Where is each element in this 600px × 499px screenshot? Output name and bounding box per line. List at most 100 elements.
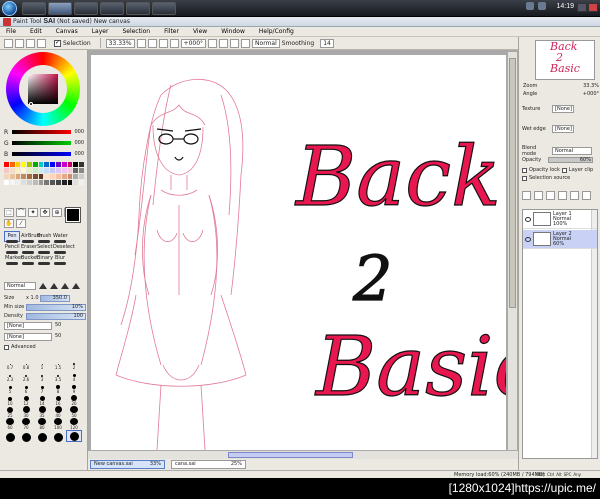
- color-swatch[interactable]: [61, 168, 67, 173]
- color-swatch[interactable]: [38, 174, 44, 179]
- merge-layer-icon[interactable]: [558, 190, 567, 200]
- color-swatch[interactable]: [67, 180, 73, 185]
- color-swatch[interactable]: [44, 168, 50, 173]
- brush-size-preset[interactable]: 8: [50, 382, 66, 394]
- color-swatch[interactable]: [27, 180, 32, 185]
- color-swatch[interactable]: [21, 168, 27, 173]
- delete-layer-icon[interactable]: [582, 190, 591, 200]
- canvas-viewport[interactable]: Back 2 Basic: [88, 50, 518, 460]
- zoom-in-icon[interactable]: [147, 38, 157, 48]
- brush-size-preset[interactable]: [50, 430, 66, 442]
- color-swatch[interactable]: [67, 168, 73, 173]
- menu-view[interactable]: View: [193, 28, 207, 35]
- color-wheel[interactable]: [6, 52, 80, 126]
- color-swatch[interactable]: [44, 180, 50, 185]
- brush-size-preset[interactable]: 4: [66, 370, 82, 382]
- red-slider[interactable]: [11, 130, 72, 134]
- texture-select-2[interactable]: [None]: [4, 333, 52, 341]
- new-folder-icon[interactable]: [534, 190, 543, 200]
- brush-size-preset[interactable]: 7: [34, 382, 50, 394]
- texture-select-1[interactable]: [None]: [4, 322, 52, 330]
- color-square[interactable]: [28, 74, 58, 104]
- clock[interactable]: 14:19: [556, 3, 574, 10]
- taskbar-item[interactable]: [152, 2, 176, 15]
- color-swatch[interactable]: [38, 162, 44, 167]
- brush-size-preset[interactable]: 70: [18, 418, 34, 430]
- brush-size-preset[interactable]: 2: [66, 358, 82, 370]
- size-slider[interactable]: 350.0: [40, 294, 70, 302]
- brush-size-preset[interactable]: 20: [66, 394, 82, 406]
- color-swatch[interactable]: [50, 168, 56, 173]
- canvas-paper[interactable]: Back 2 Basic: [91, 55, 518, 451]
- eyedropper-icon[interactable]: ⁄: [16, 219, 26, 228]
- rotate-left-icon[interactable]: [208, 38, 218, 48]
- brush-size-preset[interactable]: 1.5: [50, 358, 66, 370]
- color-swatch[interactable]: [15, 168, 21, 173]
- color-swatch[interactable]: [56, 174, 61, 179]
- color-swatch[interactable]: [15, 174, 21, 179]
- brush-size-preset[interactable]: [2, 430, 18, 442]
- magic-wand-icon[interactable]: ✦: [28, 208, 38, 217]
- brush-tool-empty[interactable]: [68, 242, 84, 253]
- brush-size-preset[interactable]: 60: [2, 418, 18, 430]
- color-swatch[interactable]: [61, 180, 67, 185]
- color-swatch[interactable]: [61, 174, 67, 179]
- rotation-field[interactable]: +000°: [180, 38, 207, 48]
- color-swatch[interactable]: [9, 180, 15, 185]
- color-swatch[interactable]: [56, 162, 61, 167]
- color-swatch[interactable]: [56, 168, 61, 173]
- color-swatch[interactable]: [21, 162, 27, 167]
- brush-tool-select[interactable]: Select: [36, 242, 52, 254]
- color-swatch[interactable]: [4, 174, 9, 179]
- smoothing-field[interactable]: 14: [320, 38, 334, 48]
- brush-tool-empty[interactable]: [68, 231, 84, 242]
- brush-shape-icon[interactable]: [39, 283, 47, 289]
- color-swatch[interactable]: [79, 174, 84, 179]
- brush-size-preset[interactable]: 80: [34, 418, 50, 430]
- color-swatch[interactable]: [32, 174, 38, 179]
- menu-file[interactable]: File: [6, 28, 16, 35]
- brush-size-preset[interactable]: 14: [34, 394, 50, 406]
- brush-shape-icon[interactable]: [72, 283, 80, 289]
- selection-source-checkbox[interactable]: [522, 175, 527, 181]
- eye-icon[interactable]: [525, 216, 531, 222]
- copy-layer-icon[interactable]: [546, 190, 555, 200]
- color-swatch[interactable]: [32, 168, 38, 173]
- color-swatch[interactable]: [44, 174, 50, 179]
- rect-select-icon[interactable]: ⬚: [4, 208, 14, 217]
- taskbar-item[interactable]: [22, 2, 46, 15]
- menu-canvas[interactable]: Canvas: [56, 28, 78, 35]
- color-swatch[interactable]: [44, 162, 50, 167]
- color-swatch[interactable]: [15, 162, 21, 167]
- brush-size-preset[interactable]: 6: [18, 382, 34, 394]
- brush-size-preset[interactable]: 2.3: [2, 370, 18, 382]
- color-swatch[interactable]: [9, 174, 15, 179]
- hand-icon[interactable]: ✋: [4, 219, 14, 228]
- color-swatch[interactable]: [79, 168, 84, 173]
- color-swatch[interactable]: [73, 168, 79, 173]
- brush-tool-bucket[interactable]: Bucket: [20, 253, 38, 265]
- brush-tool-pencil[interactable]: Pencil: [4, 242, 20, 254]
- blend-select[interactable]: Normal: [252, 38, 280, 48]
- menu-filter[interactable]: Filter: [164, 28, 179, 35]
- color-swatch[interactable]: [73, 162, 79, 167]
- brush-tool-marker[interactable]: Marker: [4, 253, 22, 265]
- brush-size-preset[interactable]: 5: [2, 382, 18, 394]
- color-swatch[interactable]: [32, 180, 38, 185]
- brush-size-preset[interactable]: 120: [66, 418, 82, 430]
- undo-icon[interactable]: [4, 38, 13, 48]
- redo-icon[interactable]: [15, 38, 24, 48]
- brush-size-preset[interactable]: 3: [34, 370, 50, 382]
- vertical-scroll-thumb[interactable]: [509, 58, 516, 308]
- color-swatch[interactable]: [27, 162, 32, 167]
- color-swatch[interactable]: [9, 168, 15, 173]
- taskbar-item[interactable]: [100, 2, 124, 15]
- blue-slider[interactable]: [11, 152, 72, 156]
- color-swatch[interactable]: [50, 180, 56, 185]
- blend-mode-select[interactable]: Normal: [552, 147, 592, 155]
- rotate-right-icon[interactable]: [219, 38, 229, 48]
- brush-size-preset[interactable]: 9: [66, 382, 82, 394]
- flip-icon[interactable]: [241, 38, 251, 48]
- brush-tool-brush[interactable]: Brush: [36, 231, 52, 243]
- brush-tool-water[interactable]: Water: [52, 231, 68, 243]
